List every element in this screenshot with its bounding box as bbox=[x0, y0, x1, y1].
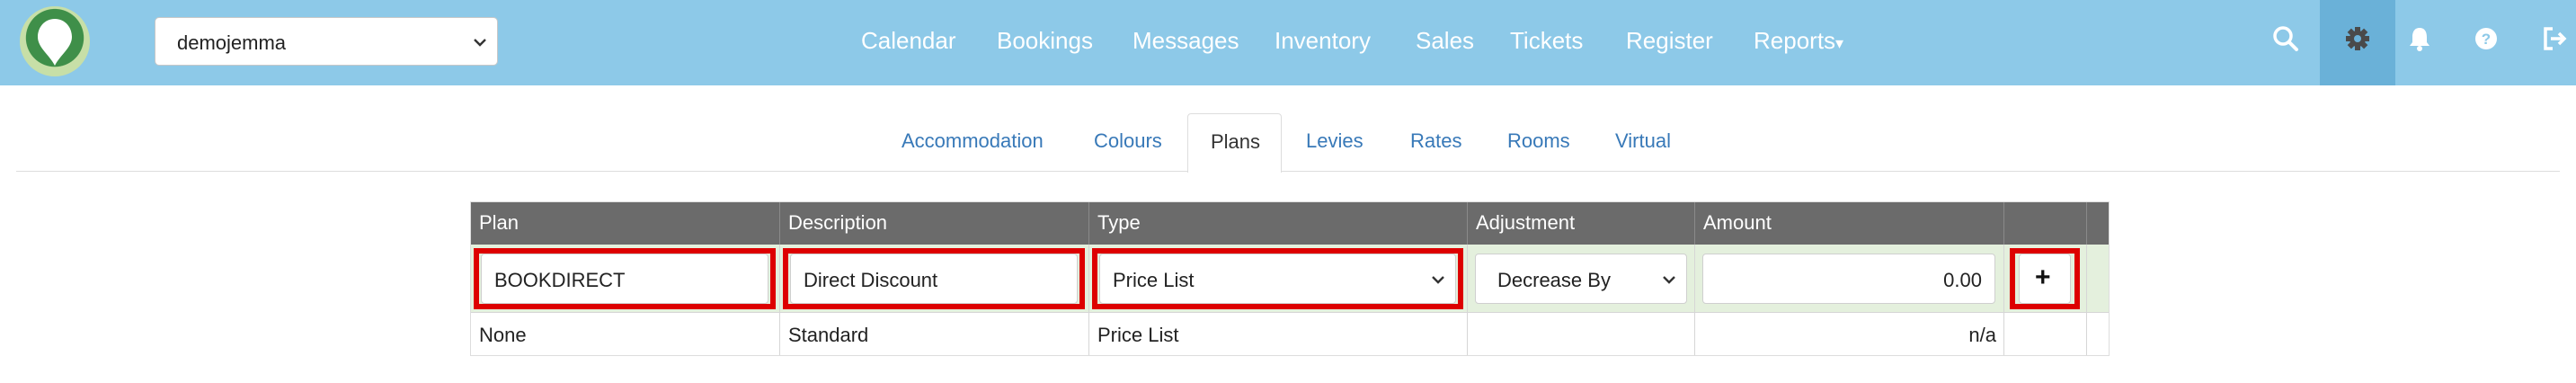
table-row[interactable]: None Standard Price List n/a bbox=[470, 313, 2110, 356]
cell-amount: n/a bbox=[1968, 324, 1996, 346]
header-plan: Plan bbox=[479, 211, 520, 234]
chevron-down-icon bbox=[474, 39, 486, 47]
table-header: Plan Description Type Adjustment Amount bbox=[470, 201, 2110, 245]
chevron-down-icon bbox=[1663, 276, 1675, 284]
amount-input[interactable]: 0.00 bbox=[1702, 254, 1995, 304]
nav-register[interactable]: Register bbox=[1626, 27, 1713, 55]
highlight-plan bbox=[474, 248, 776, 309]
header-type: Type bbox=[1097, 211, 1141, 234]
amount-value: 0.00 bbox=[1943, 269, 1982, 291]
nav-inventory[interactable]: Inventory bbox=[1275, 27, 1371, 55]
adjustment-select[interactable]: Decrease By bbox=[1475, 254, 1687, 304]
tab-colours[interactable]: Colours bbox=[1094, 129, 1162, 153]
svg-text:?: ? bbox=[2482, 31, 2491, 48]
top-navbar: demojemma Calendar Bookings Messages Inv… bbox=[0, 0, 2576, 85]
nav-reports-label: Reports bbox=[1754, 27, 1836, 54]
brand-logo[interactable] bbox=[20, 6, 90, 76]
cell-plan: None bbox=[479, 324, 527, 346]
caret-down-icon: ▾ bbox=[1835, 34, 1844, 52]
nav-calendar[interactable]: Calendar bbox=[861, 27, 956, 55]
tabs-divider bbox=[16, 171, 2560, 172]
highlight-type bbox=[1092, 248, 1463, 309]
cell-type: Price List bbox=[1097, 324, 1179, 346]
highlight-add-button bbox=[2010, 248, 2080, 309]
plans-table: Plan Description Type Adjustment Amount … bbox=[470, 201, 2110, 356]
nav-reports[interactable]: Reports▾ bbox=[1754, 27, 1843, 55]
nav-sales[interactable]: Sales bbox=[1416, 27, 1474, 55]
header-adjustment: Adjustment bbox=[1476, 211, 1576, 234]
new-plan-row: BOOKDIRECT Direct Discount Price List De… bbox=[470, 245, 2110, 313]
header-description: Description bbox=[788, 211, 888, 234]
tab-accommodation[interactable]: Accommodation bbox=[902, 129, 1044, 153]
account-select[interactable]: demojemma bbox=[155, 17, 498, 66]
tab-plans[interactable]: Plans bbox=[1187, 113, 1282, 173]
nav-tickets[interactable]: Tickets bbox=[1510, 27, 1583, 55]
question-icon[interactable]: ? bbox=[2472, 23, 2500, 54]
account-select-value: demojemma bbox=[177, 31, 287, 54]
nav-bookings[interactable]: Bookings bbox=[997, 27, 1093, 55]
sign-out-icon[interactable] bbox=[2540, 23, 2569, 54]
search-icon[interactable] bbox=[2271, 23, 2300, 54]
tab-plans-label: Plans bbox=[1211, 130, 1261, 153]
cell-description: Standard bbox=[788, 324, 869, 346]
bell-icon[interactable] bbox=[2405, 23, 2434, 54]
tab-levies[interactable]: Levies bbox=[1306, 129, 1364, 153]
nav-messages[interactable]: Messages bbox=[1133, 27, 1239, 55]
header-amount: Amount bbox=[1703, 211, 1772, 234]
gear-icon[interactable] bbox=[2343, 23, 2372, 54]
adjustment-value: Decrease By bbox=[1497, 269, 1611, 291]
tab-virtual[interactable]: Virtual bbox=[1615, 129, 1671, 153]
highlight-description bbox=[783, 248, 1085, 309]
tab-rooms[interactable]: Rooms bbox=[1507, 129, 1570, 153]
tab-rates[interactable]: Rates bbox=[1410, 129, 1461, 153]
